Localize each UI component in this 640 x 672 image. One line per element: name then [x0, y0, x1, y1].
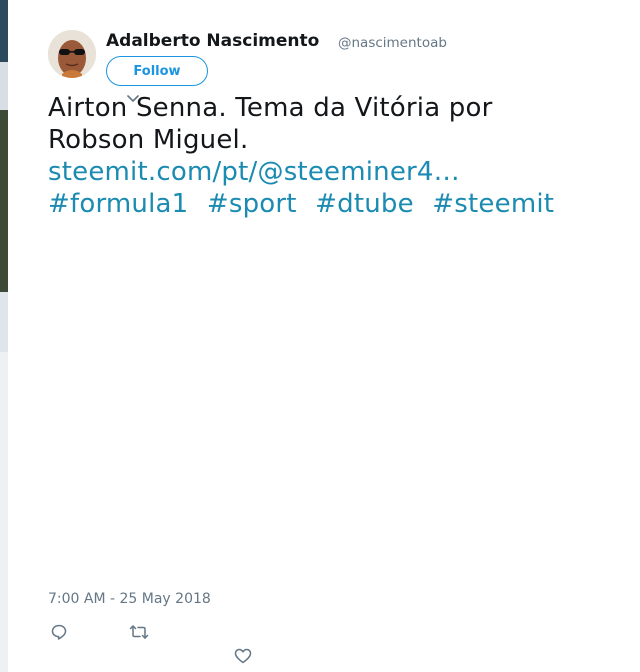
author-handle[interactable]: @nascimentoab [338, 35, 447, 51]
hashtag-formula1[interactable]: #formula1 [48, 189, 188, 219]
hashtag-steemit[interactable]: #steemit [432, 189, 554, 219]
avatar[interactable] [48, 30, 96, 78]
tweet-text-line-2: Robson Miguel. [48, 125, 249, 155]
author-name[interactable]: Adalberto Nascimento [106, 31, 319, 51]
hashtag-list: #formula1 #sport #dtube #steemit [48, 188, 608, 220]
tweet-text: Airton Senna. Tema da Vitória por Robson… [48, 92, 608, 220]
background-page-strip [0, 0, 8, 672]
tweet-card: Adalberto Nascimento @nascimentoab Follo… [8, 0, 640, 672]
follow-button-label: Follow [133, 63, 181, 79]
hashtag-dtube[interactable]: #dtube [315, 189, 414, 219]
hashtag-sport[interactable]: #sport [207, 189, 297, 219]
retweet-icon[interactable] [129, 622, 149, 642]
tweet-link[interactable]: steemit.com/pt/@steeminer4… [48, 157, 460, 187]
avatar-photo [48, 30, 96, 78]
chevron-down-icon[interactable] [126, 94, 140, 104]
reply-icon[interactable] [49, 622, 69, 642]
follow-button[interactable]: Follow [106, 56, 208, 86]
heart-icon[interactable] [233, 646, 253, 666]
tweet-timestamp[interactable]: 7:00 AM - 25 May 2018 [48, 591, 211, 607]
